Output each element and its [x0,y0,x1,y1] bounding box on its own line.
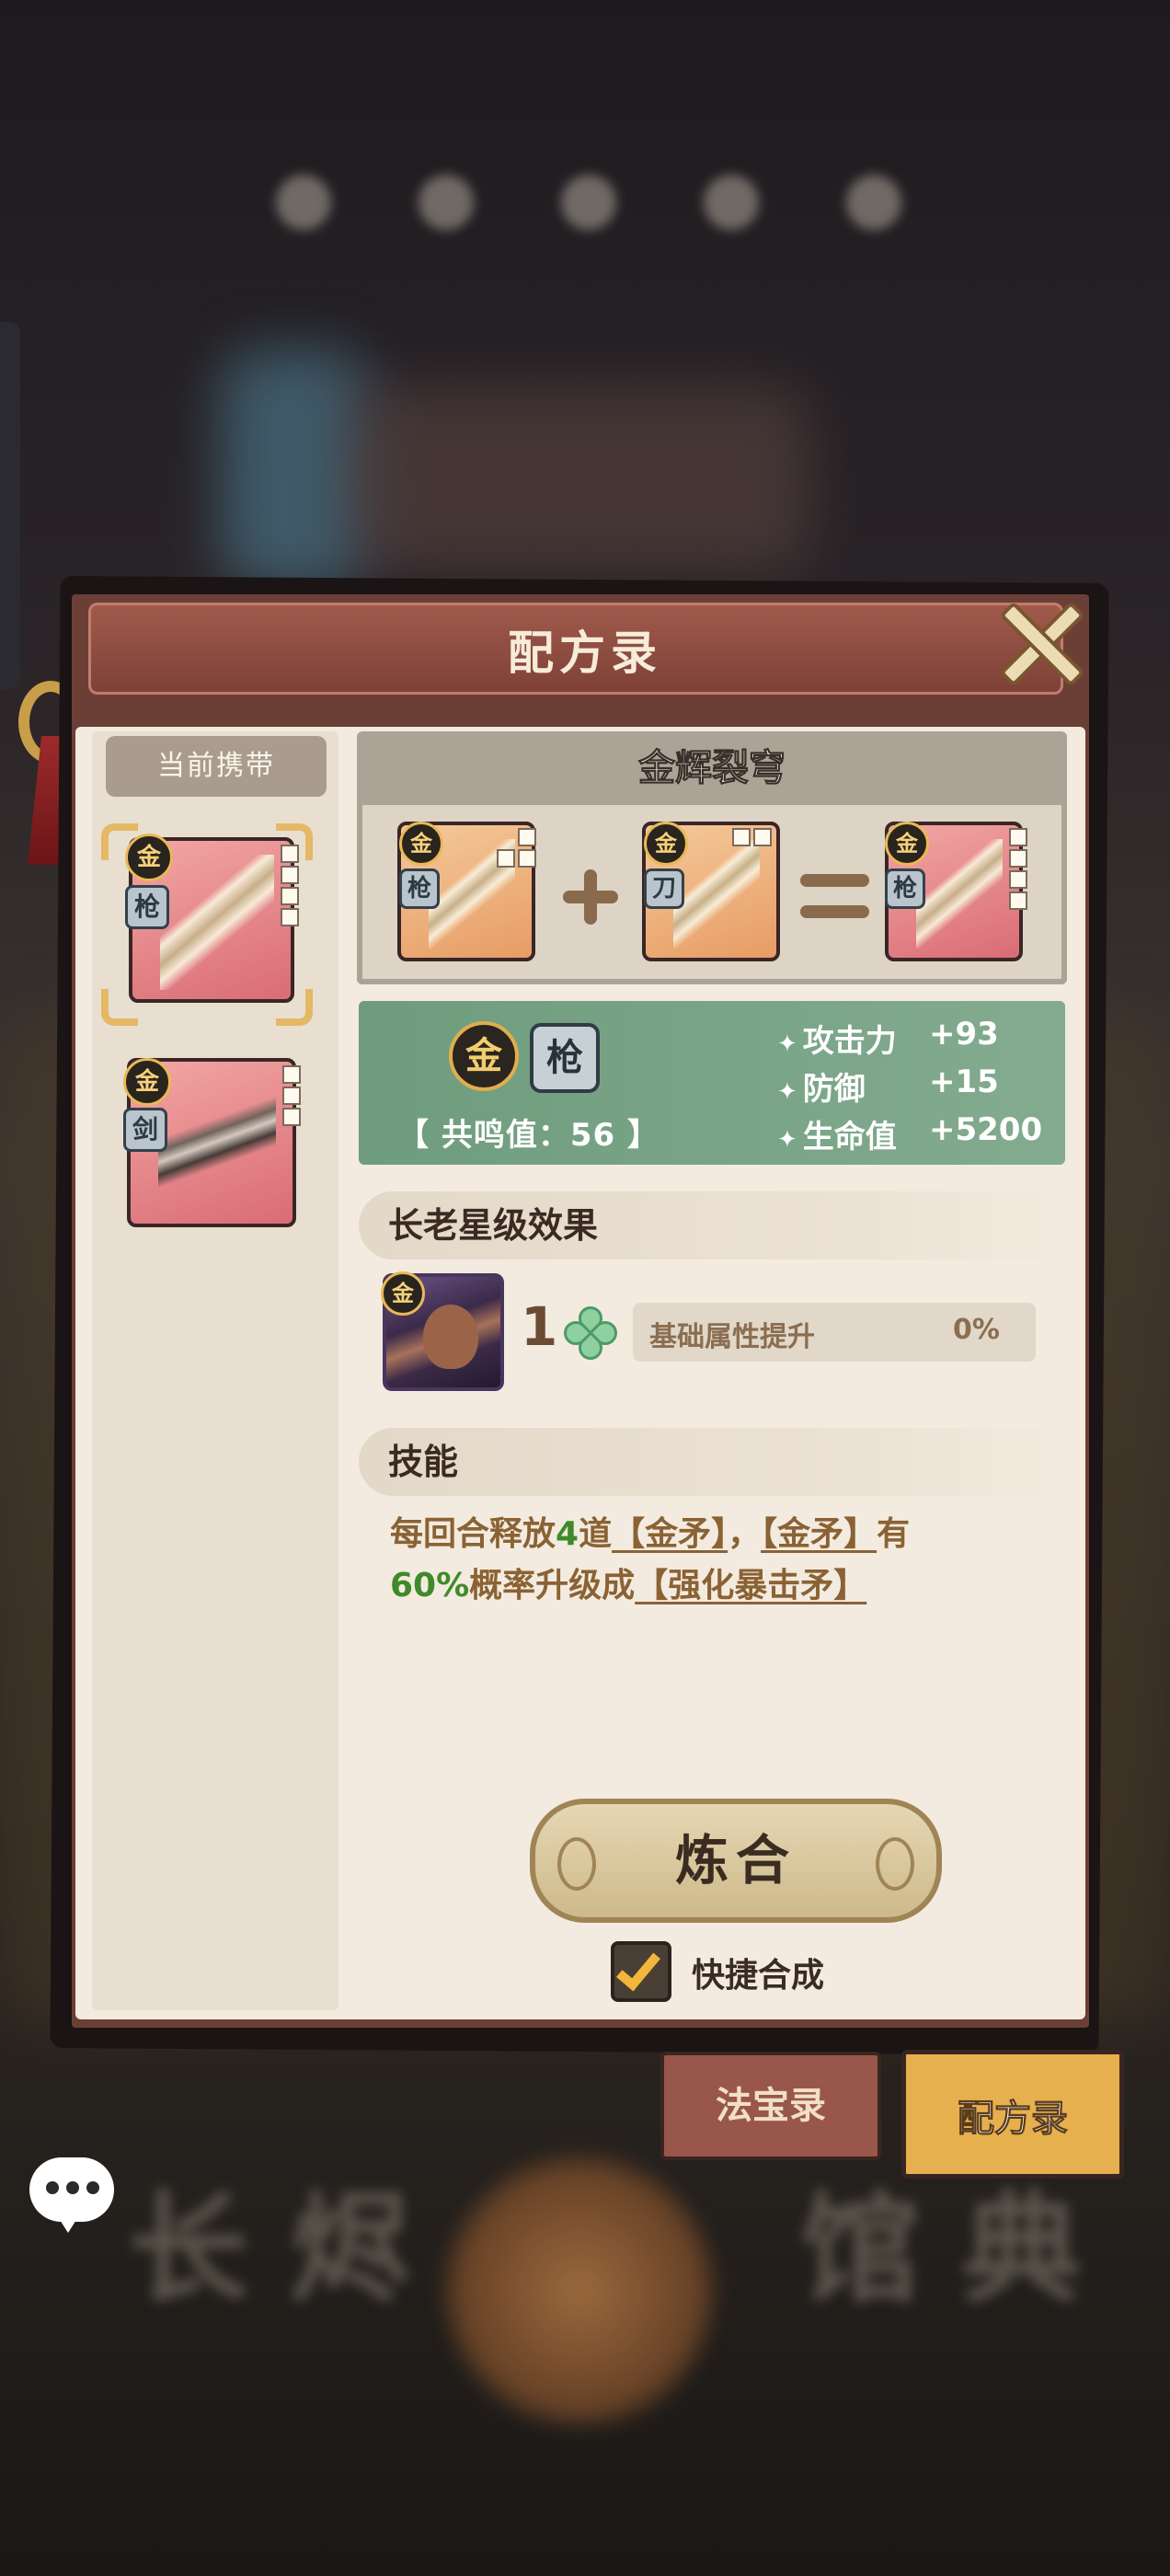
star-level: 1 [521,1295,558,1358]
weapon-type-badge: 刀 [644,868,684,909]
skill-text-part: 道 [579,1515,613,1553]
slot-indicator-icon [259,845,299,926]
skill-description: 每回合释放4道【金矛】，【金矛】有 60%概率升级成【强化暴击矛】 [390,1509,1052,1612]
background-text: 长 烬 [129,2179,410,2319]
blade-weapon-icon [673,839,760,949]
diamond-icon: ✦ [777,1078,797,1106]
clover-star-icon [558,1301,623,1365]
skill-count: 4 [556,1515,579,1553]
quick-craft-checkbox[interactable] [611,1941,671,2002]
effect-value: 0% [953,1314,1000,1346]
stat-name: 攻击力 [802,1023,897,1060]
equals-icon [800,874,869,920]
skill-text-part: ， [728,1515,762,1553]
resonance-value: 【 共鸣值：56 】 [397,1117,660,1154]
weapon-type-badge: 枪 [399,868,440,909]
stat-value: +93 [929,1016,999,1052]
weapon-type-badge: 枪 [885,868,925,909]
skill-link-golden-spear[interactable]: 【金矛】 [612,1515,728,1553]
grade-badge: 金 [381,1271,425,1316]
stat-name: 生命值 [802,1119,897,1156]
weapon-type-badge-large: 枪 [530,1023,600,1093]
background-progress-dots [276,166,901,239]
stat-row-defense: ✦ 防御 +15 [777,1064,999,1109]
plus-icon [563,869,618,925]
grade-badge-large: 金 [449,1021,519,1091]
recipe-name: 金辉裂穹 [357,731,1067,805]
grade-badge: 金 [123,1058,171,1106]
skill-link-golden-spear[interactable]: 【金矛】 [761,1515,877,1553]
tab-recipe-record[interactable]: 配方录 [901,2050,1124,2179]
effect-label: 基础属性提升 [649,1321,815,1353]
grade-badge: 金 [644,822,688,866]
grade-badge: 金 [885,822,929,866]
grade-badge: 金 [125,834,173,881]
weapon-type-badge: 枪 [125,885,169,929]
chat-bubble-icon[interactable] [29,2157,114,2233]
skill-text-part: 每回合释放 [390,1515,556,1553]
diamond-icon: ✦ [777,1126,797,1154]
diamond-icon: ✦ [777,1030,797,1058]
refine-button[interactable]: 炼合 [530,1799,942,1923]
stat-row-hp: ✦ 生命值 +5200 [777,1111,1042,1156]
close-icon[interactable] [993,598,1085,690]
spear-weapon-icon [160,855,274,990]
skill-section-title: 技能 [359,1428,1076,1496]
tab-treasure-record[interactable]: 法宝录 [660,2052,881,2160]
weapon-type-badge: 剑 [123,1108,167,1152]
skill-text-part: 有 [877,1515,911,1553]
stat-row-attack: ✦ 攻击力 +93 [777,1016,999,1061]
grade-badge: 金 [399,822,443,866]
stat-value: +5200 [929,1111,1043,1148]
background-emblem [442,2153,717,2429]
skill-text-part: 概率升级成 [469,1567,636,1604]
slot-indicator-icon [497,828,536,868]
slot-indicator-icon [261,1065,301,1126]
checkmark-icon [616,1944,660,1992]
skill-link-crit-spear[interactable]: 【强化暴击矛】 [635,1567,866,1604]
background-building [350,386,809,570]
skill-chance: 60% [390,1567,470,1604]
quick-craft-label: 快捷合成 [692,1957,825,1995]
carried-items-title: 当前携带 [106,736,327,797]
sword-weapon-icon [158,1075,276,1214]
stat-name: 防御 [802,1071,866,1108]
stat-value: +15 [929,1064,999,1100]
background-building [221,350,368,589]
slot-indicator-icon [732,828,772,846]
elder-star-section-title: 长老星级效果 [359,1191,1076,1259]
slot-indicator-icon [988,828,1027,910]
